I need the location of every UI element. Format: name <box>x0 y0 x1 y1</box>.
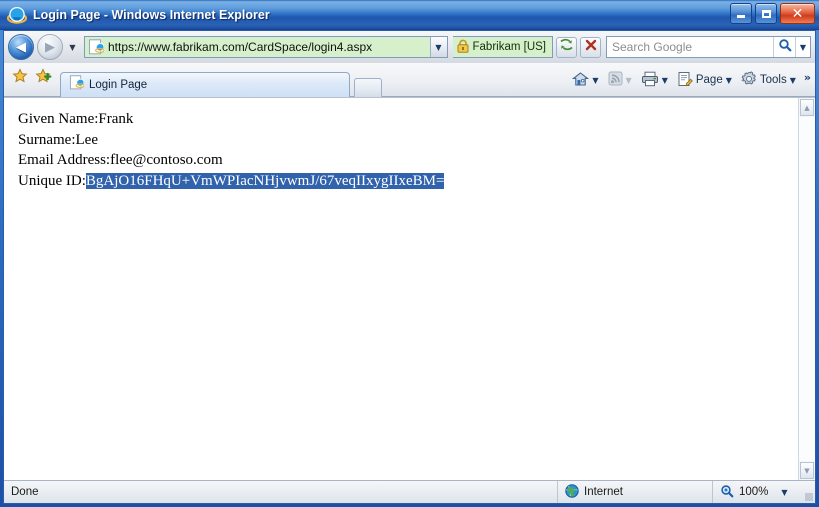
rss-feed-icon <box>608 71 623 89</box>
address-dropdown-button[interactable]: ▼ <box>429 37 447 57</box>
navigation-toolbar: ◀ ▶ ▼ https://www.fabrikam.com/CardSpace… <box>4 31 815 63</box>
search-go-button[interactable] <box>773 37 795 57</box>
field-unique-id-label: Unique ID: <box>18 173 86 190</box>
scroll-up-button[interactable]: ▲ <box>800 99 814 116</box>
forward-arrow-icon: ▶ <box>45 39 55 55</box>
zoom-level-text: 100% <box>739 486 769 498</box>
tools-menu-label: Tools <box>759 74 787 86</box>
maximize-icon <box>761 9 771 18</box>
title-bar-left: Login Page - Windows Internet Explorer <box>0 5 270 25</box>
resize-grip-dots <box>805 493 813 501</box>
browser-window: Login Page - Windows Internet Explorer ✕… <box>0 0 819 507</box>
internet-explorer-page-icon <box>69 75 85 95</box>
gear-icon <box>741 70 757 90</box>
home-button[interactable]: ▼ <box>568 69 602 91</box>
chevron-down-icon[interactable]: ▼ <box>781 488 787 497</box>
padlock-icon <box>457 39 469 56</box>
page-menu-button[interactable]: Page ▼ <box>673 69 736 91</box>
close-icon: ✕ <box>791 5 804 22</box>
new-tab-button[interactable] <box>354 78 382 97</box>
close-button[interactable]: ✕ <box>780 3 815 24</box>
security-status-text: Fabrikam [US] <box>472 41 547 53</box>
status-message-cell: Done <box>4 481 558 503</box>
chevron-down-icon: ▼ <box>804 466 810 475</box>
field-unique-id: Unique ID:BgAjO16FHqU+VmWPIacNHjvwmJ/67v… <box>18 171 798 192</box>
field-surname-value: Lee <box>75 131 98 148</box>
vertical-scrollbar[interactable]: ▲ ▼ <box>798 98 815 480</box>
forward-button[interactable]: ▶ <box>37 34 63 60</box>
stop-button[interactable] <box>580 36 601 58</box>
field-given-name: Given Name:Frank <box>18 109 798 130</box>
page-document-icon <box>677 71 693 90</box>
field-surname: Surname:Lee <box>18 130 798 151</box>
chevron-down-icon: ▼ <box>69 42 76 52</box>
zoom-level-cell[interactable]: 100% ▼ <box>713 481 801 503</box>
field-email-address-value: flee@contoso.com <box>110 152 223 169</box>
chevron-down-icon: ▼ <box>661 75 668 85</box>
tools-menu-button[interactable]: Tools ▼ <box>737 69 800 91</box>
address-bar[interactable]: https://www.fabrikam.com/CardSpace/login… <box>84 36 448 58</box>
minimize-button[interactable] <box>730 3 752 24</box>
security-status-badge[interactable]: Fabrikam [US] <box>452 36 553 58</box>
status-bar: Done Internet 100% ▼ <box>4 480 815 503</box>
window-title: Login Page - Windows Internet Explorer <box>33 7 270 22</box>
print-button[interactable]: ▼ <box>637 69 672 91</box>
tab-login-page[interactable]: Login Page <box>60 72 350 97</box>
client-area: ◀ ▶ ▼ https://www.fabrikam.com/CardSpace… <box>3 30 816 504</box>
printer-icon <box>641 71 659 90</box>
chevron-down-icon: ▼ <box>592 75 599 85</box>
search-box[interactable]: Search Google ▼ <box>606 36 811 58</box>
internet-explorer-logo-icon <box>6 5 28 25</box>
field-email-address: Email Address:flee@contoso.com <box>18 150 798 171</box>
magnifier-zoom-icon <box>720 484 734 501</box>
back-button[interactable]: ◀ <box>8 34 34 60</box>
favorites-controls <box>10 68 60 96</box>
command-bar: ▼ ▼ ▼ Page ▼ Tools ▼ » <box>568 69 811 91</box>
resize-grip[interactable] <box>801 481 815 503</box>
security-zone-cell[interactable]: Internet <box>558 481 713 503</box>
scroll-down-button[interactable]: ▼ <box>800 462 814 479</box>
magnifier-icon <box>778 38 792 57</box>
field-unique-id-value[interactable]: BgAjO16FHqU+VmWPIacNHjvwmJ/67veqIIxygIIx… <box>85 173 445 190</box>
chevron-down-icon: ▼ <box>435 42 442 52</box>
refresh-icon <box>559 37 574 57</box>
refresh-button[interactable] <box>556 36 577 58</box>
chevron-down-icon: ▼ <box>789 75 796 85</box>
maximize-button[interactable] <box>755 3 777 24</box>
field-given-name-value: Frank <box>98 111 134 127</box>
status-message: Done <box>11 486 39 498</box>
search-provider-dropdown[interactable]: ▼ <box>795 37 810 57</box>
back-arrow-icon: ◀ <box>16 39 26 55</box>
field-given-name-label: Given Name: <box>18 111 99 127</box>
chevron-down-icon: ▼ <box>799 42 807 52</box>
page-menu-label: Page <box>695 74 723 86</box>
search-input[interactable]: Search Google <box>607 40 773 54</box>
internet-explorer-page-icon <box>88 39 106 55</box>
chevron-up-icon: ▲ <box>804 103 810 112</box>
star-plus-icon[interactable] <box>35 68 52 89</box>
page-content: Given Name:Frank Surname:Lee Email Addre… <box>4 98 798 480</box>
address-url-text[interactable]: https://www.fabrikam.com/CardSpace/login… <box>108 40 430 54</box>
tab-bar: Login Page ▼ ▼ ▼ Page ▼ Tools ▼ » <box>4 63 815 97</box>
feeds-button[interactable]: ▼ <box>604 69 636 91</box>
title-bar[interactable]: Login Page - Windows Internet Explorer ✕ <box>0 0 819 30</box>
recent-pages-button[interactable]: ▼ <box>66 34 79 60</box>
globe-icon <box>565 483 579 501</box>
scrollbar-track[interactable] <box>799 117 815 461</box>
home-icon <box>572 71 590 90</box>
chevron-down-icon: ▼ <box>625 75 632 85</box>
star-icon[interactable] <box>12 68 28 89</box>
chevron-down-icon: ▼ <box>725 75 732 85</box>
window-controls: ✕ <box>730 3 815 24</box>
toolbar-overflow-button[interactable]: » <box>804 71 811 84</box>
field-surname-label: Surname: <box>18 131 76 148</box>
page-viewport: Given Name:Frank Surname:Lee Email Addre… <box>4 97 815 480</box>
minimize-icon <box>737 15 745 18</box>
security-zone-text: Internet <box>584 486 623 498</box>
tab-label: Login Page <box>89 79 148 91</box>
field-email-address-label: Email Address: <box>18 152 111 169</box>
stop-x-icon <box>584 38 598 57</box>
